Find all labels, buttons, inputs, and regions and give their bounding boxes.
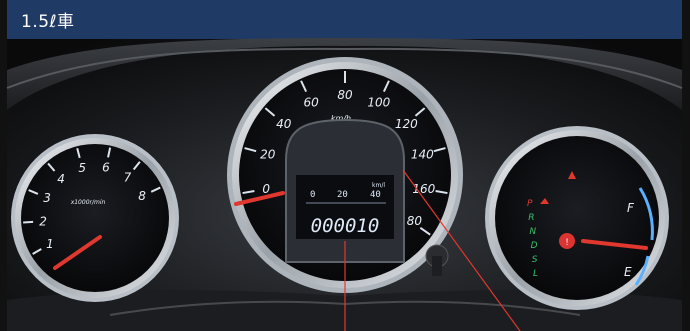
lcd-scale-0: 0 — [310, 190, 315, 200]
tachometer: 12345 678 x1000r/min — [11, 134, 179, 302]
tach-number: 2 — [39, 214, 47, 228]
speed-number: 60 — [304, 96, 320, 110]
tach-unit: x1000r/min — [70, 199, 106, 206]
instrument-cluster: 12345 678 x1000r/min F E PRNDSL ! 020406… — [6, 38, 683, 331]
gear-indicator-l: L — [533, 269, 538, 279]
speed-number: 120 — [395, 117, 418, 131]
speed-number: 140 — [411, 147, 434, 161]
tach-number: 5 — [78, 161, 86, 175]
speed-number: 0 — [262, 182, 270, 196]
speed-number: 160 — [412, 182, 435, 196]
gear-indicator-r: R — [528, 213, 534, 223]
speed-number: 40 — [276, 117, 292, 131]
fuel-empty-label: E — [624, 265, 632, 279]
speed-number: 80 — [337, 88, 353, 102]
tach-number: 6 — [102, 160, 110, 174]
fuel-gauge: F E PRNDSL ! — [485, 126, 669, 310]
speed-number: 100 — [367, 96, 390, 110]
lcd-scale-1: 20 — [337, 190, 348, 200]
lcd-scale-unit: km/l — [372, 182, 385, 189]
tach-number: 4 — [57, 172, 65, 186]
tach-number: 7 — [124, 171, 132, 185]
lcd-scale-2: 40 — [370, 190, 381, 200]
tach-tick — [23, 220, 34, 224]
svg-text:!: ! — [565, 238, 569, 248]
tach-number: 8 — [138, 189, 146, 203]
dashboard-photo: 1.5ℓ車 1 2 3 4 5 6 7 8 x1000r/min F E P R… — [0, 0, 690, 331]
odometer: 000010 — [311, 215, 380, 237]
gear-indicator-n: N — [529, 227, 536, 237]
gear-indicator-d: D — [531, 241, 538, 251]
fuel-full-label: F — [627, 201, 635, 215]
speed-number: 20 — [260, 147, 276, 161]
gear-indicator-p: P — [527, 199, 533, 209]
tach-number: 3 — [43, 191, 51, 205]
tach-number: 1 — [46, 237, 54, 251]
gear-indicator-s: S — [532, 255, 538, 265]
